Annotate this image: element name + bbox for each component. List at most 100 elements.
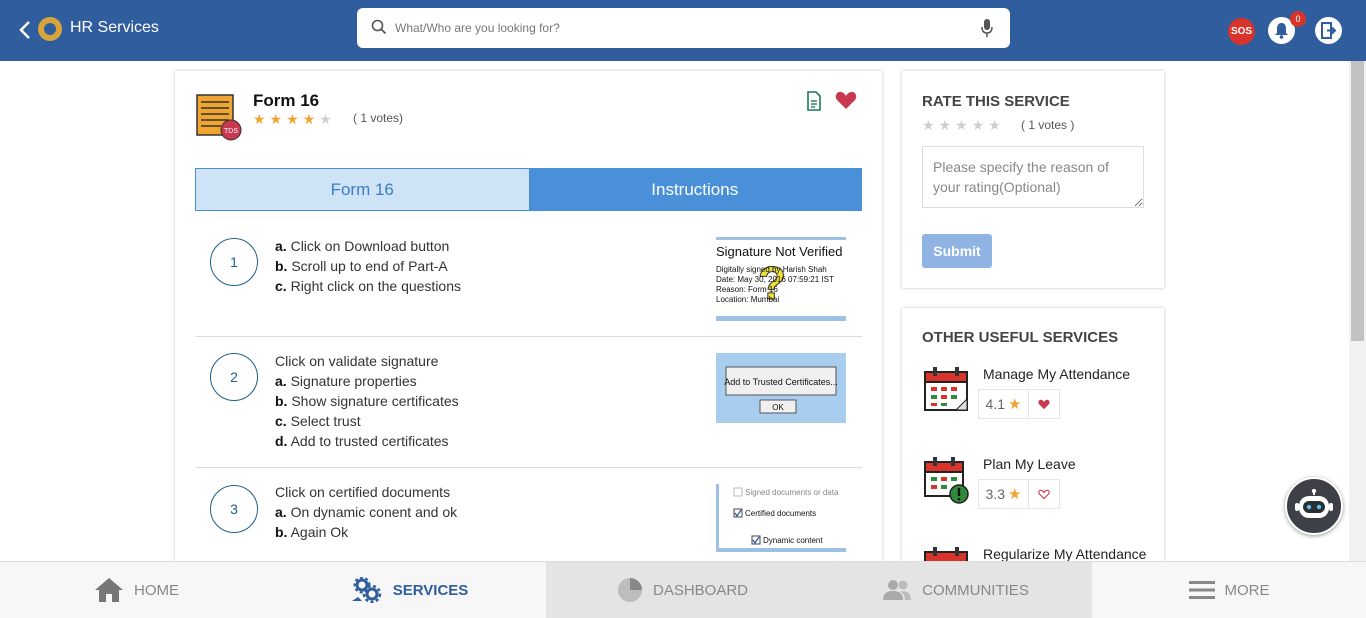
- service-title: Form 16: [253, 91, 320, 110]
- calendar-icon: [924, 367, 968, 411]
- svg-text:Signature Not Verified: Signature Not Verified: [716, 244, 842, 259]
- favorite-button[interactable]: [1029, 399, 1059, 410]
- svg-text:Location: Mumbai: Location: Mumbai: [716, 295, 779, 304]
- service-item[interactable]: Manage My Attendance 4.1 ★: [922, 366, 1152, 436]
- logout-icon: [1321, 22, 1337, 39]
- service-meta: 4.1 ★: [978, 389, 1060, 419]
- app-title: HR Services: [70, 19, 159, 36]
- favorite-heart-icon[interactable]: [835, 91, 857, 110]
- step-text: a. Click on Download button b. Scroll up…: [275, 236, 461, 296]
- service-detail-card: TDS Form 16 ★★★★★ ( 1 votes) Form 16 Ins…: [175, 71, 882, 571]
- logout-button[interactable]: [1315, 17, 1342, 44]
- microphone-icon[interactable]: [980, 18, 994, 38]
- svg-text:Date: May 30, 2016 07:59:21 IS: Date: May 30, 2016 07:59:21 IST: [716, 275, 834, 284]
- nav-more-label: MORE: [1224, 581, 1270, 599]
- service-meta: 3.3 ★: [978, 479, 1060, 509]
- home-icon: [95, 578, 123, 602]
- heart-filled-icon: [1038, 399, 1050, 409]
- service-name[interactable]: Manage My Attendance: [983, 366, 1130, 382]
- tax-form-icon: TDS: [196, 94, 242, 141]
- search-input[interactable]: [395, 16, 955, 40]
- step-line: Click on validate signature: [275, 353, 439, 369]
- search-icon: [371, 19, 387, 35]
- services-gears-icon: [351, 577, 381, 603]
- rate-heading: RATE THIS SERVICE: [922, 93, 1070, 110]
- step-text: Click on certified documents a. On dynam…: [275, 482, 457, 542]
- pie-chart-icon: [617, 578, 642, 602]
- back-arrow-icon[interactable]: [18, 20, 32, 40]
- rating-reason-input[interactable]: [922, 146, 1144, 208]
- service-votes: ( 1 votes): [353, 111, 404, 125]
- step-text: Click on validate signature a. Signature…: [275, 351, 459, 451]
- step-line: Click on certified documents: [275, 484, 451, 500]
- step-number: 1: [210, 238, 258, 286]
- favorite-button[interactable]: [1029, 489, 1059, 500]
- robot-icon: [1295, 489, 1333, 518]
- svg-text:Signed documents or data: Signed documents or data: [745, 488, 839, 497]
- company-logo: [38, 17, 62, 41]
- svg-text:Dynamic content: Dynamic content: [763, 536, 823, 545]
- svg-text:Digitally signed by Harish Sha: Digitally signed by Harish Shah: [716, 265, 827, 274]
- step-number: 2: [210, 353, 258, 401]
- tab-form-16[interactable]: Form 16: [196, 169, 529, 210]
- tab-instructions[interactable]: Instructions: [528, 169, 861, 210]
- trusted-certificates-screenshot: Add to Trusted Certificates... OK: [716, 353, 846, 423]
- leave-calendar-icon: [924, 457, 969, 504]
- instruction-steps: 1 a. Click on Download button b. Scroll …: [195, 225, 862, 578]
- service-rating: 3.3 ★: [979, 480, 1029, 508]
- certified-documents-screenshot: Signed documents or data Certified docum…: [716, 484, 846, 552]
- step-line: b. Again Ok: [275, 524, 349, 540]
- instruction-step: 1 a. Click on Download button b. Scroll …: [195, 225, 862, 337]
- top-header: HR Services SOS 0: [0, 0, 1366, 61]
- nav-services-label: SERVICES: [392, 581, 469, 599]
- bottom-navigation: HOME SERVICES DASHBOARD COMMUNITIES MORE: [0, 561, 1366, 618]
- step-line: c. Right click on the questions: [275, 278, 462, 294]
- step-line: d. Add to trusted certificates: [275, 433, 449, 449]
- nav-dashboard-label: DASHBOARD: [652, 581, 749, 599]
- scrollbar-thumb[interactable]: [1351, 61, 1364, 341]
- service-name[interactable]: Plan My Leave: [983, 456, 1076, 472]
- step-line: c. Select trust: [275, 413, 361, 429]
- notification-badge: 0: [1290, 11, 1306, 27]
- nav-communities[interactable]: COMMUNITIES: [819, 562, 1092, 618]
- chatbot-button[interactable]: [1285, 477, 1343, 535]
- rate-votes: ( 1 votes ): [1021, 118, 1075, 132]
- other-services-heading: OTHER USEFUL SERVICES: [922, 329, 1119, 346]
- nav-dashboard[interactable]: DASHBOARD: [546, 562, 819, 618]
- step-line: a. Click on Download button: [275, 238, 450, 254]
- svg-text:Add to Trusted Certificates...: Add to Trusted Certificates...: [724, 377, 838, 387]
- signature-not-verified-screenshot: ? Signature Not Verified Digitally signe…: [716, 237, 846, 321]
- step-line: b. Show signature certificates: [275, 393, 459, 409]
- nav-services[interactable]: SERVICES: [273, 562, 546, 618]
- rating-input-stars[interactable]: ★★★★★: [922, 117, 1005, 134]
- step-line: a. On dynamic conent and ok: [275, 504, 458, 520]
- step-line: a. Signature properties: [275, 373, 417, 389]
- step-number: 3: [210, 485, 258, 533]
- heart-outline-icon: [1038, 489, 1050, 499]
- service-rating-stars: ★★★★★: [253, 111, 336, 127]
- svg-text:Certified documents: Certified documents: [745, 509, 816, 518]
- star-icon: ★: [1008, 396, 1022, 413]
- service-name[interactable]: Regularize My Attendance: [983, 546, 1146, 562]
- step-line: b. Scroll up to end of Part-A: [275, 258, 448, 274]
- search-bar[interactable]: [357, 8, 1010, 48]
- nav-home-label: HOME: [134, 581, 179, 599]
- service-rating: 4.1 ★: [979, 390, 1029, 418]
- instruction-step: 2 Click on validate signature a. Signatu…: [195, 337, 862, 468]
- bell-icon: [1275, 23, 1288, 39]
- sos-button[interactable]: SOS: [1228, 18, 1255, 45]
- document-icon[interactable]: [806, 91, 822, 111]
- svg-text:Reason: Form 16: Reason: Form 16: [716, 285, 778, 294]
- service-tabs: Form 16 Instructions: [195, 168, 862, 211]
- star-icon: ★: [1008, 486, 1022, 503]
- rate-service-card: RATE THIS SERVICE ★★★★★ ( 1 votes ) Subm…: [902, 71, 1164, 288]
- svg-text:OK: OK: [772, 403, 784, 412]
- hamburger-menu-icon: [1188, 581, 1215, 599]
- nav-more[interactable]: MORE: [1092, 562, 1366, 618]
- nav-communities-label: COMMUNITIES: [922, 581, 1029, 599]
- tds-badge-text: TDS: [224, 128, 238, 135]
- other-services-card: OTHER USEFUL SERVICES Manage My Attendan…: [902, 308, 1164, 568]
- nav-home[interactable]: HOME: [0, 562, 273, 618]
- submit-button[interactable]: Submit: [922, 234, 992, 268]
- service-item[interactable]: Plan My Leave 3.3 ★: [922, 456, 1152, 526]
